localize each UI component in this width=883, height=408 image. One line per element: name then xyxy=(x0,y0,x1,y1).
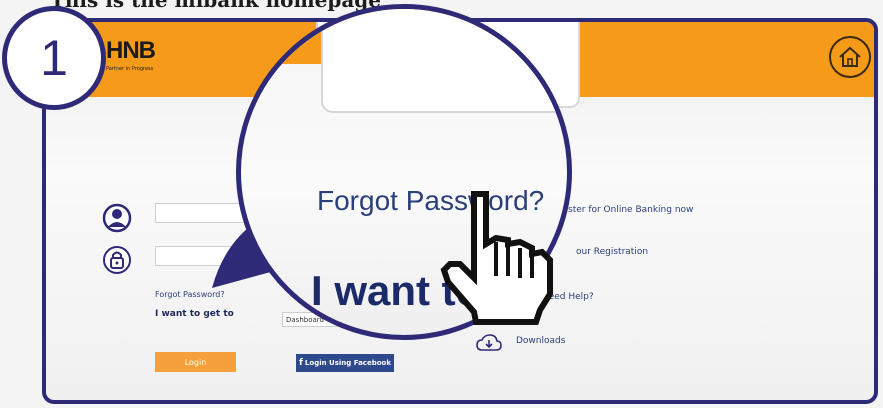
lock-icon xyxy=(103,246,131,274)
step-number-badge: 1 xyxy=(2,6,106,110)
home-icon xyxy=(839,46,861,67)
home-button[interactable] xyxy=(829,36,871,78)
logo-tagline: Partner in Progress xyxy=(106,66,154,72)
login-button[interactable]: Login xyxy=(155,352,236,372)
facebook-icon: f xyxy=(299,358,303,368)
user-icon xyxy=(102,203,132,233)
zoom-banner-panel xyxy=(321,9,567,113)
want-to-get-to-label: I want to get to xyxy=(155,309,234,319)
bank-logo[interactable]: HNB xyxy=(106,37,156,65)
register-online-banking-link[interactable]: ster for Online Banking now xyxy=(568,205,693,215)
facebook-login-label: Login Using Facebook xyxy=(304,359,391,367)
hand-pointer-icon xyxy=(440,191,553,325)
cloud-download-icon xyxy=(476,334,502,351)
downloads-link[interactable]: Downloads xyxy=(516,336,565,346)
registration-link[interactable]: our Registration xyxy=(576,247,648,257)
facebook-login-button[interactable]: f Login Using Facebook xyxy=(296,354,394,372)
